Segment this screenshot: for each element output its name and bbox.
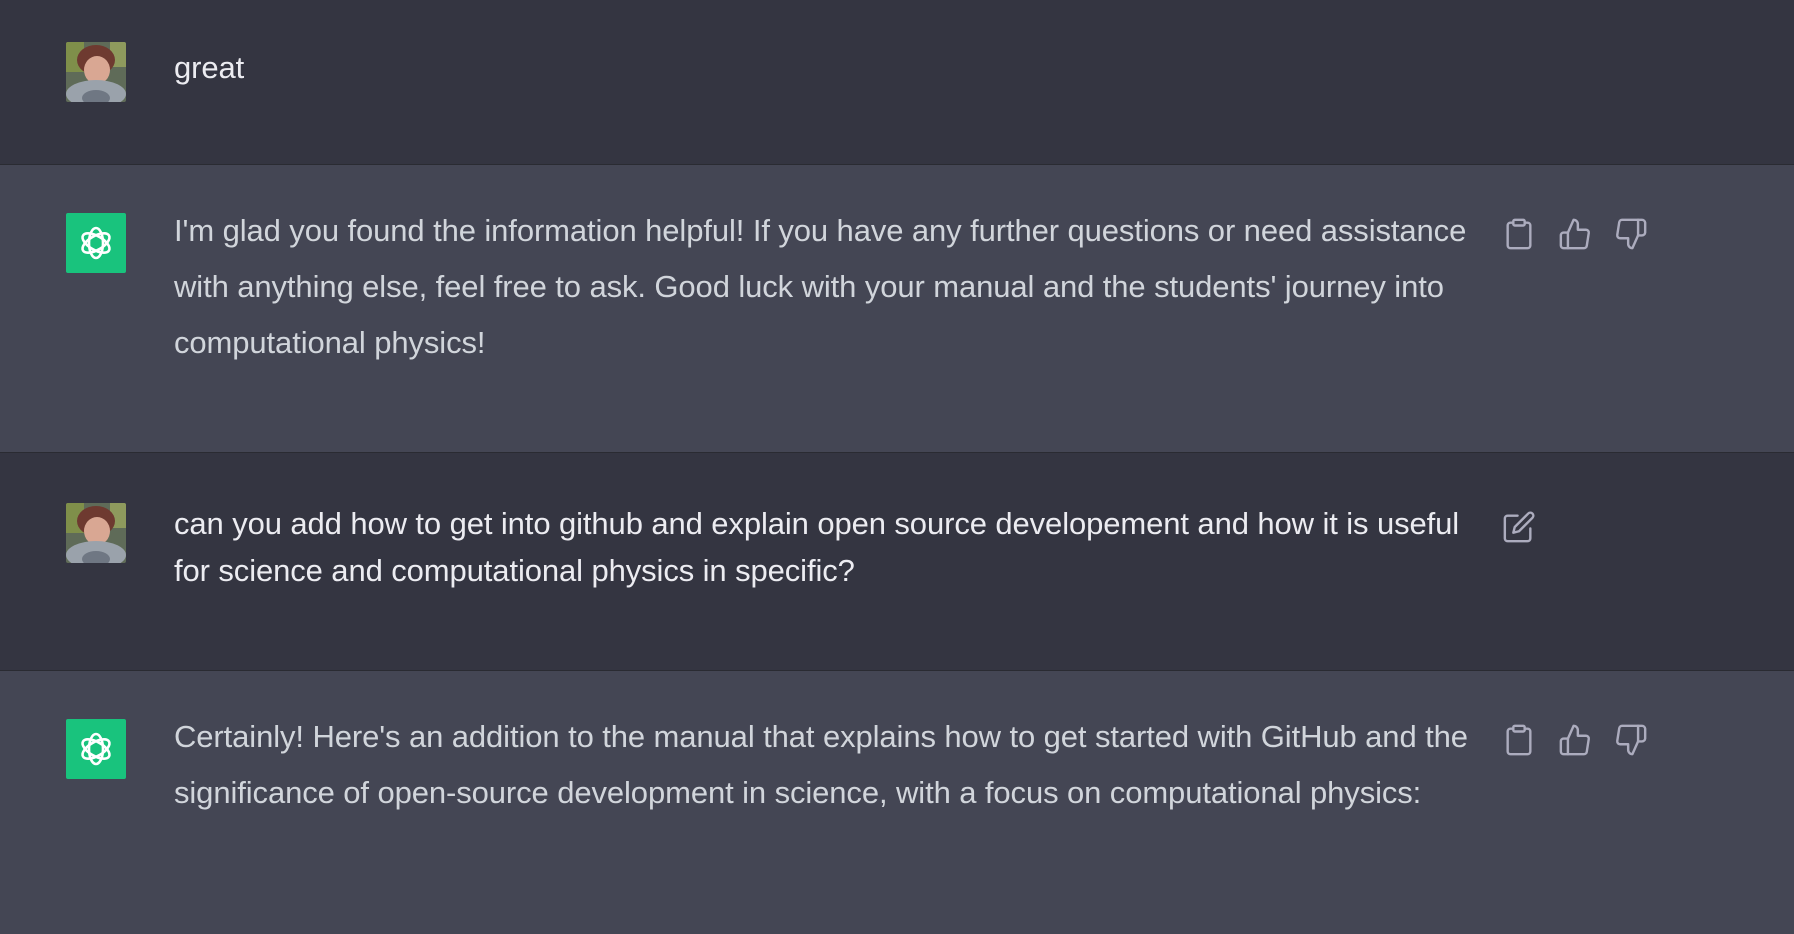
user-avatar	[66, 42, 126, 102]
clipboard-icon[interactable]	[1500, 721, 1538, 759]
edit-icon[interactable]	[1500, 508, 1538, 546]
thumbs-down-icon[interactable]	[1612, 215, 1650, 253]
assistant-message: I'm glad you found the information helpf…	[0, 164, 1794, 452]
message-text: great	[174, 50, 245, 85]
message-actions	[1500, 215, 1650, 253]
user-avatar	[66, 503, 126, 563]
message-text: can you add how to get into github and e…	[174, 506, 1460, 588]
message-text: I'm glad you found the information helpf…	[174, 213, 1467, 360]
assistant-message: Certainly! Here's an addition to the man…	[0, 670, 1794, 934]
message-actions	[1500, 508, 1538, 546]
clipboard-icon[interactable]	[1500, 215, 1538, 253]
message-text: Certainly! Here's an addition to the man…	[174, 719, 1468, 810]
openai-logo-icon	[66, 719, 126, 779]
message-actions	[1500, 721, 1650, 759]
openai-logo-icon	[66, 213, 126, 273]
thumbs-up-icon[interactable]	[1556, 721, 1594, 759]
thumbs-up-icon[interactable]	[1556, 215, 1594, 253]
thumbs-down-icon[interactable]	[1612, 721, 1650, 759]
user-message: great	[0, 0, 1794, 164]
user-message: can you add how to get into github and e…	[0, 452, 1794, 670]
